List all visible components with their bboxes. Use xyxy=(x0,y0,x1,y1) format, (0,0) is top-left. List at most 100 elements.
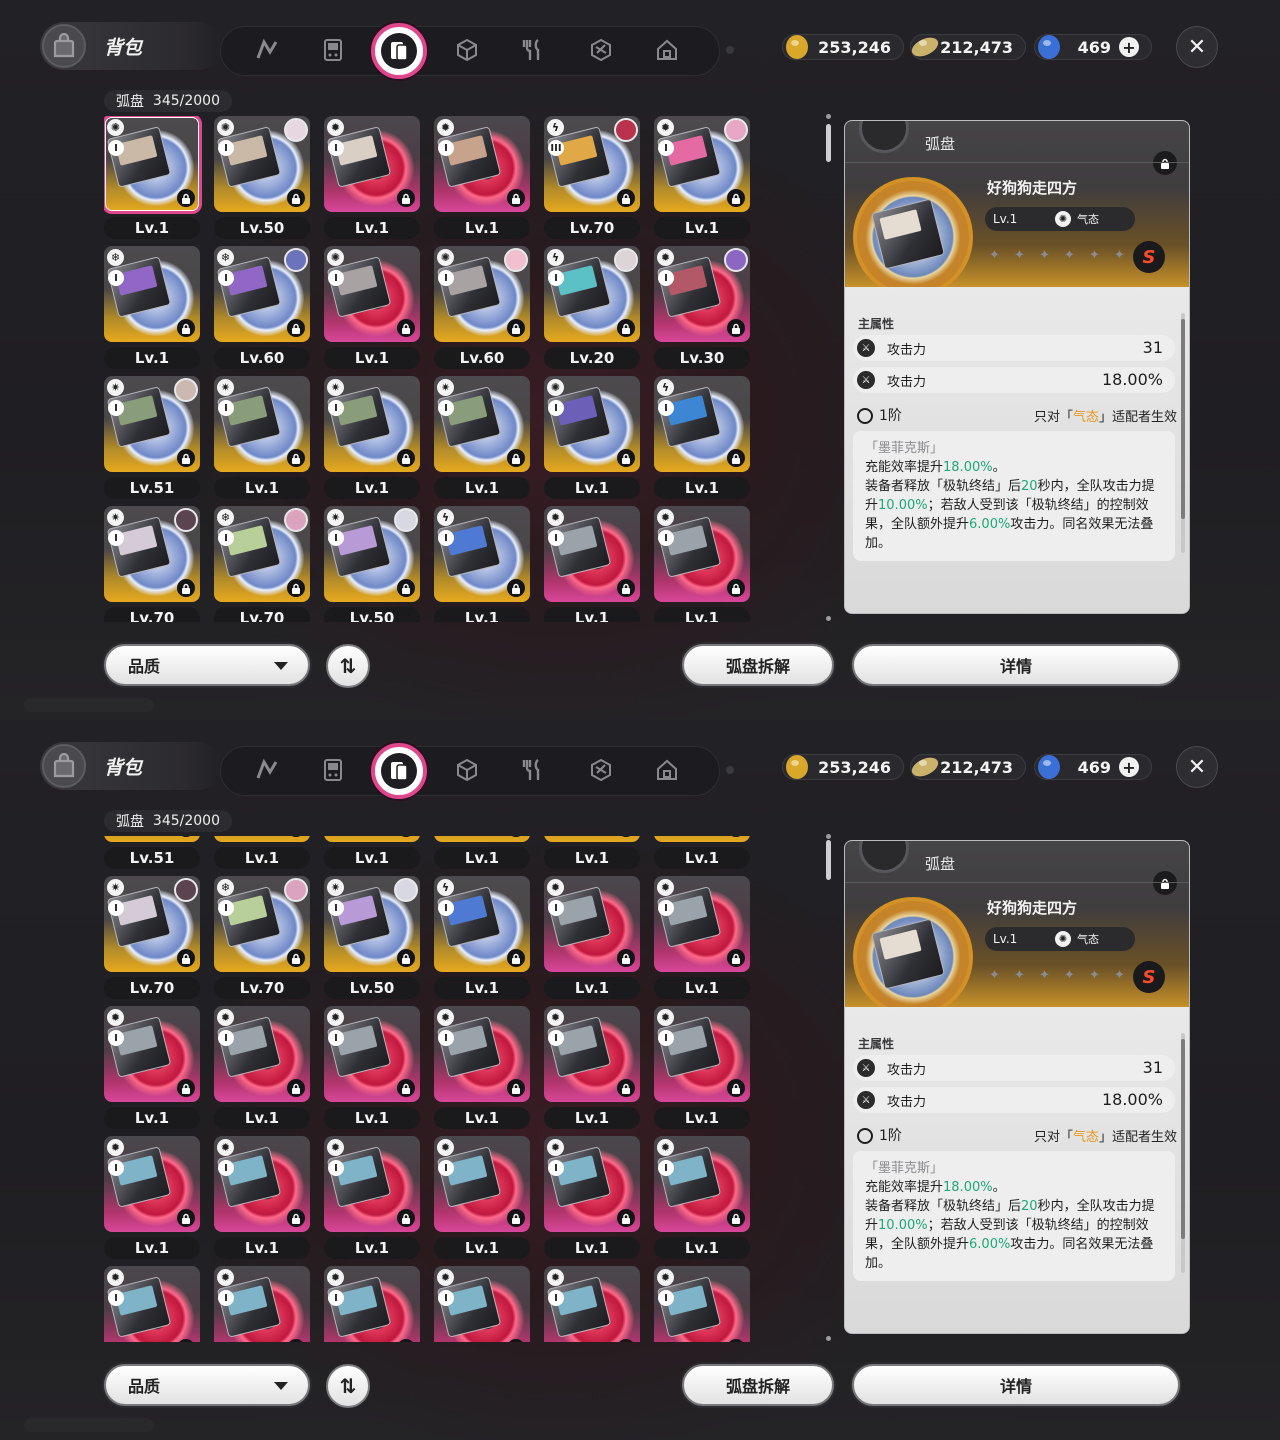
lock-icon[interactable] xyxy=(287,1209,305,1227)
w-engine-card[interactable]: ✹ I xyxy=(324,116,420,212)
w-engine-card[interactable]: ✷ I xyxy=(214,836,310,842)
lock-icon[interactable] xyxy=(617,836,635,837)
w-engine-item[interactable]: ✹ I Lv.1 xyxy=(324,116,420,240)
w-engine-item[interactable]: ✷ I Lv.1 xyxy=(434,836,530,870)
quality-filter-dropdown[interactable]: 品质 xyxy=(104,644,310,686)
food-tab[interactable] xyxy=(513,752,553,792)
lock-icon[interactable] xyxy=(727,579,745,597)
lock-icon[interactable] xyxy=(727,1209,745,1227)
lock-icon[interactable] xyxy=(727,189,745,207)
details-button[interactable]: 详情 xyxy=(852,1364,1180,1406)
w-engine-card[interactable]: ✷ I xyxy=(214,376,310,472)
tab-w-engine[interactable] xyxy=(371,743,427,799)
w-engine-item[interactable]: ✺ I Lv.1 xyxy=(324,246,420,370)
lock-icon[interactable] xyxy=(177,1209,195,1227)
lock-icon[interactable] xyxy=(177,1079,195,1097)
w-engine-card[interactable]: ✹ I xyxy=(324,1136,420,1232)
w-engine-item[interactable]: ϟ I Lv.1 xyxy=(654,836,750,870)
w-engine-item[interactable]: ✹ I xyxy=(654,1266,750,1342)
w-engine-item[interactable]: ✹ I Lv.1 xyxy=(544,1006,640,1130)
w-engine-item[interactable]: ✷ I Lv.50 xyxy=(324,876,420,1000)
w-engine-item[interactable]: ✷ I Lv.51 xyxy=(104,836,200,870)
scroll-top-arrow[interactable] xyxy=(826,114,831,119)
lock-icon[interactable] xyxy=(397,836,415,837)
lock-icon[interactable] xyxy=(727,949,745,967)
w-engine-card[interactable]: ✹ I xyxy=(544,1136,640,1232)
w-engine-item[interactable]: ✹ I xyxy=(104,1266,200,1342)
lock-icon[interactable] xyxy=(287,836,305,837)
w-engine-item[interactable]: ✹ I Lv.1 xyxy=(654,116,750,240)
w-engine-item[interactable]: ❄ I Lv.70 xyxy=(214,876,310,1000)
dismantle-button[interactable]: 弧盘拆解 xyxy=(682,644,834,686)
w-engine-card[interactable]: ✹ I xyxy=(104,1136,200,1232)
scroll-top-arrow[interactable] xyxy=(826,834,831,839)
w-engine-item[interactable]: ✹ I Lv.1 xyxy=(544,1136,640,1260)
close-button[interactable]: ✕ xyxy=(1176,26,1218,68)
w-engine-item[interactable]: ✹ I Lv.1 xyxy=(214,1136,310,1260)
w-engine-item[interactable]: ✹ I Lv.1 xyxy=(654,1006,750,1130)
w-engine-item[interactable]: ϟ I Lv.1 xyxy=(434,876,530,1000)
w-engine-card[interactable]: ϟ I xyxy=(434,876,530,972)
w-engine-card[interactable]: ✹ I xyxy=(654,116,750,212)
lock-icon[interactable] xyxy=(397,449,415,467)
w-engine-card[interactable]: ϟ I xyxy=(654,376,750,472)
w-engine-card[interactable]: ❄ I xyxy=(214,506,310,602)
lock-icon[interactable] xyxy=(507,1209,525,1227)
w-engine-item[interactable]: ✷ I Lv.1 xyxy=(324,376,420,500)
w-engine-card[interactable]: ✺ I xyxy=(104,116,202,214)
w-engine-item[interactable]: ✷ I Lv.50 xyxy=(324,506,420,622)
w-engine-card[interactable]: ✹ I xyxy=(654,1006,750,1102)
w-engine-card[interactable]: ✹ I xyxy=(434,1266,530,1342)
lock-icon[interactable] xyxy=(287,319,305,337)
lock-icon[interactable] xyxy=(177,949,195,967)
w-engine-item[interactable]: ✹ I Lv.1 xyxy=(544,506,640,622)
w-engine-item[interactable]: ✺ I Lv.1 xyxy=(544,836,640,870)
w-engine-item[interactable]: ✷ I Lv.70 xyxy=(104,506,200,622)
lock-icon[interactable] xyxy=(507,836,525,837)
lock-icon[interactable] xyxy=(287,1079,305,1097)
w-engine-item[interactable]: ✹ I xyxy=(214,1266,310,1342)
w-engine-card[interactable]: ✷ I xyxy=(324,876,420,972)
close-button[interactable]: ✕ xyxy=(1176,746,1218,788)
w-engine-card[interactable]: ✷ I xyxy=(324,836,420,842)
w-engine-item[interactable]: ✺ I Lv.50 xyxy=(214,116,310,240)
lock-icon[interactable] xyxy=(507,189,525,207)
w-engine-item[interactable]: ϟ III Lv.70 xyxy=(544,116,640,240)
w-engine-item[interactable]: ✹ I Lv.1 xyxy=(324,1136,420,1260)
w-engine-item[interactable]: ✹ I Lv.1 xyxy=(654,506,750,622)
w-engine-item[interactable]: ϟ I Lv.1 xyxy=(434,506,530,622)
w-engine-item[interactable]: ✹ I Lv.1 xyxy=(214,1006,310,1130)
w-engine-card[interactable]: ✹ I xyxy=(104,1266,200,1342)
bangboo-tab[interactable] xyxy=(313,32,353,72)
w-engine-item[interactable]: ❄ I Lv.70 xyxy=(214,506,310,622)
agents-tab[interactable] xyxy=(247,32,287,72)
lock-icon[interactable] xyxy=(617,449,635,467)
grid-scrollbar-thumb[interactable] xyxy=(826,124,831,162)
detail-scrollbar-thumb[interactable] xyxy=(1181,1039,1185,1239)
w-engine-card[interactable]: ❄ I xyxy=(214,876,310,972)
w-engine-item[interactable]: ✹ I Lv.1 xyxy=(654,876,750,1000)
add-polychrome-button[interactable]: + xyxy=(1119,37,1139,57)
lock-icon[interactable] xyxy=(287,579,305,597)
w-engine-card[interactable]: ϟ I xyxy=(654,836,750,842)
dismantle-button[interactable]: 弧盘拆解 xyxy=(682,1364,834,1406)
lock-icon[interactable] xyxy=(177,449,195,467)
details-button[interactable]: 详情 xyxy=(852,644,1180,686)
w-engine-card[interactable]: ✷ I xyxy=(324,376,420,472)
w-engine-card[interactable]: ϟ III xyxy=(544,116,640,212)
w-engine-card[interactable]: ✹ I xyxy=(544,876,640,972)
w-engine-card[interactable]: ϟ I xyxy=(544,246,640,342)
w-engine-card[interactable]: ✹ I xyxy=(654,876,750,972)
sort-order-button[interactable]: ⇅ xyxy=(326,1364,370,1408)
w-engine-card[interactable]: ✹ I xyxy=(434,1006,530,1102)
w-engine-item[interactable]: ✺ I Lv.1 xyxy=(104,116,202,240)
disk-drive-tab[interactable] xyxy=(581,752,621,792)
w-engine-item[interactable]: ✹ I xyxy=(324,1266,420,1342)
w-engine-card[interactable]: ✷ I xyxy=(324,506,420,602)
lock-icon[interactable] xyxy=(397,949,415,967)
w-engine-item[interactable]: ✹ I Lv.1 xyxy=(544,876,640,1000)
lock-icon[interactable] xyxy=(617,579,635,597)
w-engine-card[interactable]: ✷ I xyxy=(104,836,200,842)
materials-tab[interactable] xyxy=(447,752,487,792)
w-engine-item[interactable]: ✹ I Lv.1 xyxy=(434,1136,530,1260)
